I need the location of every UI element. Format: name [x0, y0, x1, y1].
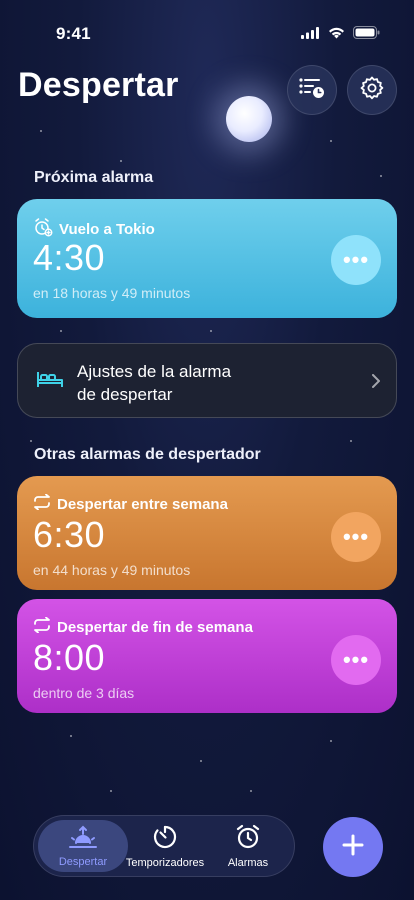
wifi-icon — [328, 26, 345, 44]
status-bar: 9:41 — [0, 0, 414, 54]
add-alarm-button[interactable] — [323, 817, 383, 877]
wake-alarm-settings-row[interactable]: Ajustes de la alarma de despertar — [17, 343, 397, 418]
alarm-clock-icon — [235, 824, 261, 853]
moon-decoration — [226, 96, 272, 142]
list-clock-icon — [299, 77, 325, 104]
more-options-button[interactable]: ••• — [331, 235, 381, 285]
alarm-time: 6:30 — [33, 514, 106, 555]
settings-label-line2: de despertar — [77, 385, 173, 404]
alarm-name: Vuelo a Tokio — [59, 220, 155, 238]
tab-label: Temporizadores — [125, 856, 205, 869]
page-title: Despertar — [18, 66, 179, 104]
next-alarm-card[interactable]: Vuelo a Tokio 4:30 en 18 horas y 49 minu… — [17, 199, 397, 318]
tab-despertar[interactable]: Despertar — [38, 820, 128, 872]
settings-button[interactable] — [347, 65, 397, 115]
next-alarm-section-label: Próxima alarma — [34, 169, 154, 186]
weekday-alarm-card[interactable]: Despertar entre semana 6:30 en 44 horas … — [17, 476, 397, 590]
more-options-button[interactable]: ••• — [331, 512, 381, 562]
tab-bar: Despertar Temporizadores Alarmas — [33, 815, 295, 877]
gear-icon — [359, 75, 385, 106]
more-options-button[interactable]: ••• — [331, 635, 381, 685]
battery-icon — [353, 26, 380, 44]
sunrise-icon — [68, 825, 98, 852]
repeat-icon — [33, 616, 51, 637]
tab-label: Despertar — [58, 855, 108, 868]
bed-icon — [36, 369, 64, 394]
other-alarms-section-label: Otras alarmas de despertador — [34, 446, 261, 463]
status-time: 9:41 — [56, 24, 91, 43]
alarm-name: Despertar de fin de semana — [57, 618, 253, 636]
tab-label: Alarmas — [227, 856, 269, 869]
tab-temporizadores[interactable]: Temporizadores — [125, 820, 205, 872]
alarm-countdown: dentro de 3 días — [33, 685, 135, 701]
schedule-list-button[interactable] — [287, 65, 337, 115]
repeat-icon — [33, 493, 51, 514]
timer-icon — [152, 824, 178, 853]
tab-alarmas[interactable]: Alarmas — [206, 820, 290, 872]
settings-label-line1: Ajustes de la alarma — [77, 362, 232, 381]
alarm-time: 4:30 — [33, 237, 106, 278]
alarm-countdown: en 18 horas y 49 minutos — [33, 285, 191, 301]
chevron-right-icon — [372, 374, 381, 393]
cellular-signal-icon — [301, 26, 320, 44]
plus-icon — [342, 834, 364, 861]
alarm-countdown: en 44 horas y 49 minutos — [33, 562, 191, 578]
weekend-alarm-card[interactable]: Despertar de fin de semana 8:00 dentro d… — [17, 599, 397, 713]
alarm-name: Despertar entre semana — [57, 495, 228, 513]
alarm-time: 8:00 — [33, 637, 106, 678]
